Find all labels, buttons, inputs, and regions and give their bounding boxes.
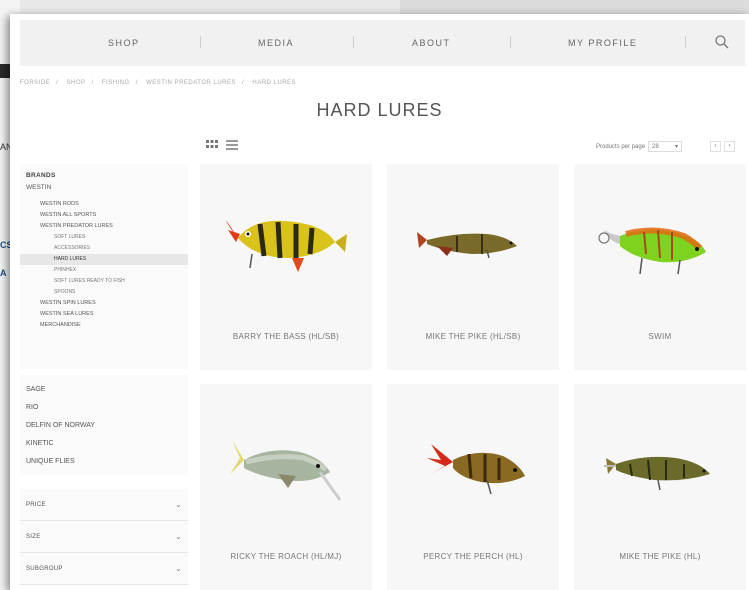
product-name[interactable]: MIKE THE PIKE (HL) bbox=[574, 552, 746, 561]
nav-media[interactable]: MEDIA bbox=[258, 38, 294, 48]
filter-subgroup[interactable]: SUBGROUP ⌄ bbox=[20, 553, 188, 585]
nav-divider bbox=[510, 36, 511, 48]
bass-lure-image bbox=[226, 220, 347, 272]
pike-lure-image bbox=[604, 456, 710, 491]
page-title: HARD LURES bbox=[316, 100, 443, 120]
filters: PRICE ⌄ SIZE ⌄ SUBGROUP ⌄ bbox=[20, 489, 188, 585]
breadcrumb-item[interactable]: FORSIDE bbox=[20, 80, 50, 86]
brand-link[interactable]: UNIQUE FLIES bbox=[20, 453, 188, 471]
next-page-button[interactable]: › bbox=[724, 141, 735, 152]
product-card[interactable]: MIKE THE PIKE (HL) bbox=[574, 384, 746, 590]
other-brands: SAGE RIO DELFIN OF NORWAY KINETIC UNIQUE… bbox=[20, 375, 188, 475]
pager: ‹ › bbox=[710, 141, 735, 152]
brand-tree: BRANDS WESTIN WESTIN RODS WESTIN ALL SPO… bbox=[20, 164, 188, 369]
product-card[interactable]: BARRY THE BASS (HL/SB) bbox=[200, 164, 372, 370]
sidebar-item[interactable]: WESTIN SPIN LURES bbox=[20, 298, 188, 309]
per-page-control: Products per page 28 ▾ bbox=[596, 141, 683, 152]
breadcrumb: FORSIDE / SHOP / FISHING / WESTIN PREDATOR … bbox=[20, 80, 302, 86]
brand-link[interactable]: KINETIC bbox=[20, 435, 188, 453]
sidebar-item[interactable]: WESTIN RODS bbox=[20, 199, 188, 210]
nav-divider bbox=[353, 36, 354, 48]
sidebar-item[interactable]: WESTIN PREDATOR LURES bbox=[20, 221, 188, 232]
sidebar: BRANDS WESTIN WESTIN RODS WESTIN ALL SPO… bbox=[20, 164, 188, 585]
breadcrumb-separator: / bbox=[242, 80, 245, 86]
per-page-value: 28 bbox=[652, 143, 659, 150]
nav-about[interactable]: ABOUT bbox=[412, 38, 451, 48]
sidebar-brand[interactable]: WESTIN bbox=[20, 184, 188, 191]
sidebar-subitem[interactable]: SOFT LURES READY TO FISH bbox=[20, 276, 188, 287]
filter-price[interactable]: PRICE ⌄ bbox=[20, 489, 188, 521]
breadcrumb-item[interactable]: SHOP bbox=[67, 80, 86, 86]
brand-link[interactable]: RIO bbox=[20, 399, 188, 417]
nav-divider bbox=[685, 36, 686, 48]
per-page-select[interactable]: 28 ▾ bbox=[648, 141, 683, 152]
chevron-down-icon: ▾ bbox=[675, 144, 679, 150]
view-toggle bbox=[206, 140, 238, 150]
filter-size[interactable]: SIZE ⌄ bbox=[20, 521, 188, 553]
perch-lure-image bbox=[427, 444, 525, 495]
grid-view-icon[interactable] bbox=[206, 140, 218, 150]
brand-link[interactable]: SAGE bbox=[20, 381, 188, 399]
breadcrumb-item[interactable]: FISHING bbox=[102, 80, 130, 86]
chevron-icon: ⌄ bbox=[174, 532, 182, 541]
filter-label: PRICE bbox=[26, 501, 46, 508]
product-name[interactable]: SWIM bbox=[574, 332, 746, 341]
per-page-label: Products per page bbox=[596, 143, 646, 150]
swim-lure-image bbox=[598, 227, 706, 275]
sidebar-subitem-active[interactable]: HARD LURES bbox=[20, 254, 188, 265]
nav-divider bbox=[200, 36, 201, 48]
sidebar-subitem[interactable]: SPOONS bbox=[20, 287, 188, 298]
filter-label: SIZE bbox=[26, 533, 41, 540]
breadcrumb-separator: / bbox=[56, 80, 59, 86]
sidebar-item[interactable]: WESTIN ALL SPORTS bbox=[20, 210, 188, 221]
product-name[interactable]: RICKY THE ROACH (HL/MJ) bbox=[200, 552, 372, 561]
chevron-icon: ⌄ bbox=[174, 500, 182, 509]
sidebar-subitem[interactable]: SOFT LURES bbox=[20, 232, 188, 243]
roach-lure-image bbox=[230, 440, 342, 501]
main-page: SHOP MEDIA ABOUT MY PROFILE FORSIDE / SHO… bbox=[10, 14, 749, 590]
breadcrumb-separator: / bbox=[91, 80, 94, 86]
breadcrumb-item[interactable]: WESTIN PREDATOR LURES bbox=[146, 80, 236, 86]
product-name[interactable]: BARRY THE BASS (HL/SB) bbox=[200, 332, 372, 341]
sidebar-heading: BRANDS bbox=[26, 172, 56, 179]
prev-page-button[interactable]: ‹ bbox=[710, 141, 721, 152]
pike-lure-image bbox=[417, 232, 517, 259]
product-card[interactable]: PERCY THE PERCH (HL) bbox=[387, 384, 559, 590]
breadcrumb-separator: / bbox=[135, 80, 138, 86]
product-card[interactable]: MIKE THE PIKE (HL/SB) bbox=[387, 164, 559, 370]
product-card[interactable]: SWIM bbox=[574, 164, 746, 370]
product-name[interactable]: PERCY THE PERCH (HL) bbox=[387, 552, 559, 561]
breadcrumb-item: HARD LURES bbox=[252, 80, 297, 86]
sidebar-item[interactable]: MERCHANDISE bbox=[20, 320, 188, 331]
product-name[interactable]: MIKE THE PIKE (HL/SB) bbox=[387, 332, 559, 341]
list-view-icon[interactable] bbox=[226, 140, 238, 150]
search-icon[interactable] bbox=[713, 33, 731, 51]
product-card[interactable]: RICKY THE ROACH (HL/MJ) bbox=[200, 384, 372, 590]
filter-label: SUBGROUP bbox=[26, 565, 63, 572]
sidebar-subitem[interactable]: PHINHEX bbox=[20, 265, 188, 276]
brand-link[interactable]: DELFIN OF NORWAY bbox=[20, 417, 188, 435]
background-text: A bbox=[0, 268, 7, 278]
chevron-icon: ⌄ bbox=[174, 564, 182, 573]
nav-shop[interactable]: SHOP bbox=[108, 38, 140, 48]
nav-my-profile[interactable]: MY PROFILE bbox=[568, 38, 637, 48]
top-nav: SHOP MEDIA ABOUT MY PROFILE bbox=[20, 20, 745, 66]
sidebar-subitem[interactable]: ACCESSORIES bbox=[20, 243, 188, 254]
sidebar-item[interactable]: WESTIN SEA LURES bbox=[20, 309, 188, 320]
background-page bbox=[400, 0, 749, 14]
